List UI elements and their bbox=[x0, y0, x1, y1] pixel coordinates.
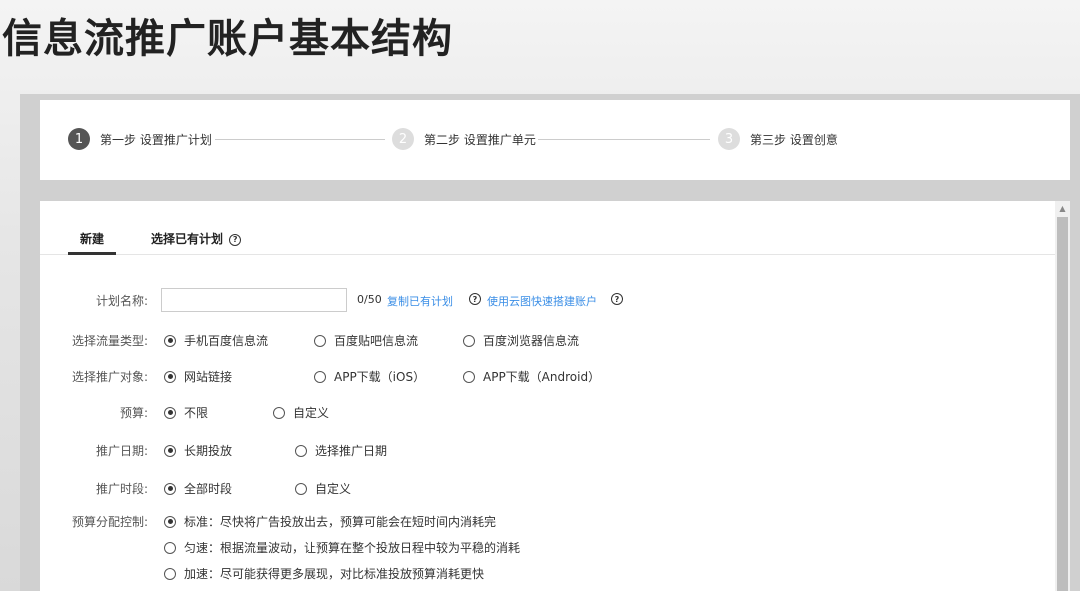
radio-unchecked-icon bbox=[314, 334, 326, 347]
promo-date-label: 推广日期: bbox=[95, 444, 148, 458]
radio-option[interactable]: 不限 bbox=[164, 404, 208, 421]
step-1-label: 第一步 设置推广计划 bbox=[100, 132, 212, 147]
scroll-up-arrow-icon[interactable]: ▲ bbox=[1055, 201, 1070, 215]
radio-unchecked-icon bbox=[314, 370, 326, 383]
step-2-label: 第二步 设置推广单元 bbox=[424, 132, 536, 147]
radio-checked-icon bbox=[164, 444, 176, 457]
radio-option-label: 选择推广日期 bbox=[315, 444, 388, 458]
step-3-number: 3 bbox=[718, 128, 740, 150]
radio-option[interactable]: 匀速：根据流量波动，让预算在整个投放日程中较为平稳的消耗 bbox=[164, 539, 520, 556]
active-tab-indicator bbox=[68, 252, 116, 255]
tab-select-existing-plan[interactable]: 选择已有计划 ? bbox=[151, 230, 242, 247]
step-connector bbox=[215, 139, 385, 140]
radio-option[interactable]: 加速：尽可能获得更多展现，对比标准投放预算消耗更快 bbox=[164, 565, 484, 582]
radio-checked-icon bbox=[164, 406, 176, 419]
budget-label: 预算: bbox=[119, 406, 148, 420]
radio-option[interactable]: 选择推广日期 bbox=[295, 442, 387, 459]
step-3-label: 第三步 设置创意 bbox=[750, 132, 838, 147]
step-3: 3 第三步 设置创意 bbox=[718, 128, 838, 150]
promo-target-label: 选择推广对象: bbox=[71, 370, 148, 384]
copy-existing-plan-link[interactable]: 复制已有计划 bbox=[387, 293, 453, 309]
radio-unchecked-icon bbox=[164, 567, 176, 580]
radio-option-label: 加速：尽可能获得更多展现，对比标准投放预算消耗更快 bbox=[184, 567, 485, 581]
promo-date-row: 推广日期: 长期投放 选择推广日期 bbox=[40, 438, 1055, 462]
promo-time-label: 推广时段: bbox=[95, 482, 148, 496]
radio-unchecked-icon bbox=[463, 334, 475, 347]
vertical-scrollbar[interactable]: ▲ bbox=[1055, 201, 1070, 591]
traffic-type-label: 选择流量类型: bbox=[71, 334, 148, 348]
radio-unchecked-icon bbox=[295, 444, 307, 457]
radio-option-label: 手机百度信息流 bbox=[184, 334, 269, 348]
plan-name-row: 计划名称: 0/50 复制已有计划 ? 使用云图快速搭建账户 ? bbox=[40, 288, 1055, 312]
radio-option-label: 匀速：根据流量波动，让预算在整个投放日程中较为平稳的消耗 bbox=[184, 541, 521, 555]
radio-option-label: 自定义 bbox=[293, 406, 330, 420]
radio-unchecked-icon bbox=[164, 541, 176, 554]
radio-checked-icon bbox=[164, 370, 176, 383]
radio-option[interactable]: APP下载（Android） bbox=[463, 368, 600, 385]
step-2-number: 2 bbox=[392, 128, 414, 150]
budget-control-label: 预算分配控制: bbox=[71, 515, 148, 529]
radio-option[interactable]: 标准：尽快将广告投放出去，预算可能会在短时间内消耗完 bbox=[164, 513, 496, 530]
plan-name-counter: 0/50 bbox=[357, 293, 382, 306]
help-icon[interactable]: ? bbox=[229, 233, 242, 246]
radio-option[interactable]: 百度浏览器信息流 bbox=[463, 332, 579, 349]
radio-option[interactable]: 百度贴吧信息流 bbox=[314, 332, 418, 349]
help-icon[interactable]: ? bbox=[469, 293, 481, 305]
radio-checked-icon bbox=[164, 515, 176, 528]
radio-option[interactable]: 全部时段 bbox=[164, 480, 232, 497]
plan-name-label: 计划名称: bbox=[95, 294, 148, 308]
radio-option-label: 网站链接 bbox=[184, 370, 233, 384]
traffic-type-row: 选择流量类型: 手机百度信息流 百度贴吧信息流 百度浏览器信息流 bbox=[40, 328, 1055, 352]
radio-option[interactable]: 自定义 bbox=[273, 404, 329, 421]
plan-name-input[interactable] bbox=[161, 288, 347, 312]
step-1-number: 1 bbox=[68, 128, 90, 150]
radio-unchecked-icon bbox=[463, 370, 475, 383]
radio-option-label: APP下载（iOS） bbox=[334, 370, 426, 384]
promo-target-row: 选择推广对象: 网站链接 APP下载（iOS） APP下载（Android） bbox=[40, 364, 1055, 388]
radio-checked-icon bbox=[164, 482, 176, 495]
promo-time-row: 推广时段: 全部时段 自定义 bbox=[40, 476, 1055, 500]
radio-option-label: 标准：尽快将广告投放出去，预算可能会在短时间内消耗完 bbox=[184, 515, 497, 529]
radio-option-label: 不限 bbox=[184, 406, 209, 420]
step-connector bbox=[538, 139, 710, 140]
radio-option-label: 长期投放 bbox=[184, 444, 233, 458]
radio-option[interactable]: 手机百度信息流 bbox=[164, 332, 268, 349]
step-1: 1 第一步 设置推广计划 bbox=[68, 128, 212, 150]
budget-row: 预算: 不限 自定义 bbox=[40, 400, 1055, 424]
steps-panel: 1 第一步 设置推广计划 2 第二步 设置推广单元 3 第三步 设置创意 bbox=[40, 100, 1070, 180]
radio-option[interactable]: 网站链接 bbox=[164, 368, 232, 385]
form-panel: 新建 选择已有计划 ? 计划名称: 0/50 复制已有计划 ? 使用云图快速搭建… bbox=[40, 201, 1055, 591]
radio-option[interactable]: 长期投放 bbox=[164, 442, 232, 459]
tab-new[interactable]: 新建 bbox=[80, 230, 104, 247]
step-2: 2 第二步 设置推广单元 bbox=[392, 128, 536, 150]
help-icon[interactable]: ? bbox=[611, 293, 623, 305]
radio-unchecked-icon bbox=[273, 406, 285, 419]
radio-option-label: APP下载（Android） bbox=[483, 370, 601, 384]
page-title: 信息流推广账户基本结构 bbox=[2, 16, 453, 62]
radio-option[interactable]: 自定义 bbox=[295, 480, 351, 497]
radio-option[interactable]: APP下载（iOS） bbox=[314, 368, 425, 385]
radio-option-label: 百度贴吧信息流 bbox=[334, 334, 419, 348]
tab-select-existing-plan-label: 选择已有计划 bbox=[151, 232, 224, 246]
tab-bar: 新建 选择已有计划 ? bbox=[40, 201, 1055, 255]
radio-option-label: 全部时段 bbox=[184, 482, 233, 496]
radio-checked-icon bbox=[164, 334, 176, 347]
radio-option-label: 自定义 bbox=[315, 482, 352, 496]
scroll-thumb[interactable] bbox=[1057, 217, 1068, 591]
budget-control-row: 预算分配控制: 标准：尽快将广告投放出去，预算可能会在短时间内消耗完 匀速：根据… bbox=[40, 509, 1055, 589]
cloud-build-account-link[interactable]: 使用云图快速搭建账户 bbox=[487, 293, 597, 309]
radio-unchecked-icon bbox=[295, 482, 307, 495]
radio-option-label: 百度浏览器信息流 bbox=[483, 334, 580, 348]
